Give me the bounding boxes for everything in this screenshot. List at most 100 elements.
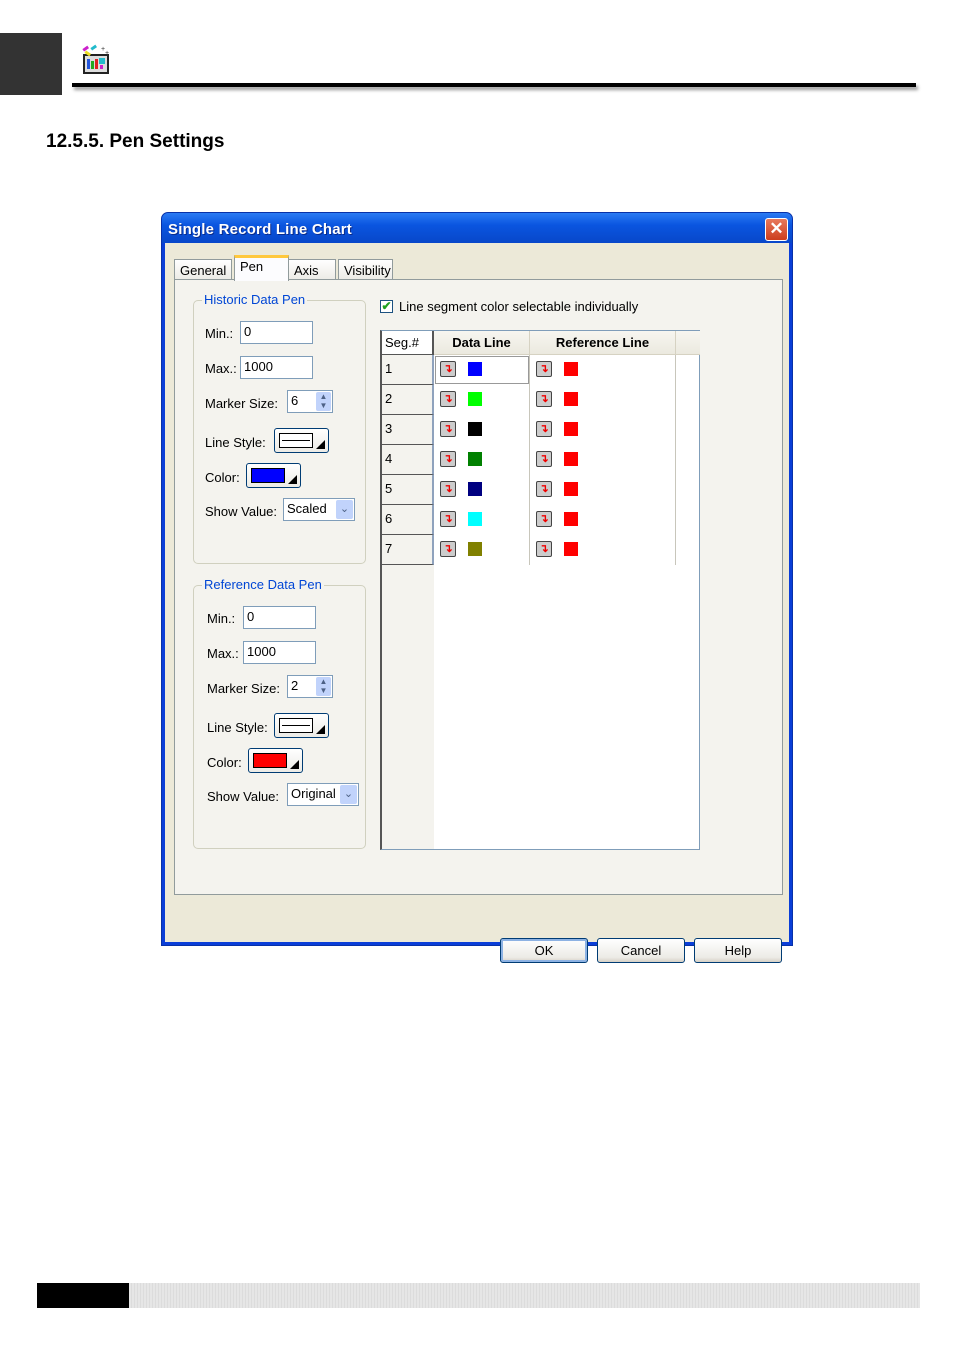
data-color-swatch [468, 422, 482, 436]
color-dropdown-icon[interactable]: ↴ [440, 451, 456, 467]
tab-pen[interactable]: Pen [234, 255, 289, 281]
chevron-down-icon[interactable]: ⌄ [340, 785, 357, 804]
color-dropdown-icon[interactable]: ↴ [536, 541, 552, 557]
header-data-line[interactable]: Data Line [434, 331, 530, 355]
reference-color-swatch [564, 452, 578, 466]
section-title: 12.5.5. Pen Settings [46, 131, 225, 152]
grid-header: Seg.# Data Line Reference Line [382, 331, 700, 355]
reference-line-style-label: Line Style: [207, 720, 268, 735]
cancel-button[interactable]: Cancel [597, 938, 685, 963]
reference-marker-size-spinner[interactable]: 2 ▲ ▼ [287, 675, 333, 698]
line-style-swatch [279, 718, 313, 733]
color-dropdown-icon[interactable]: ↴ [536, 361, 552, 377]
data-line-cell[interactable]: ↴ [434, 475, 530, 505]
historic-min-input[interactable]: 0 [240, 321, 313, 344]
segment-color-checkbox[interactable]: ✔ [380, 300, 393, 313]
color-dropdown-icon[interactable]: ↴ [536, 481, 552, 497]
dialog-titlebar[interactable]: Single Record Line Chart ✕ [162, 213, 792, 243]
reference-line-cell[interactable]: ↴ [530, 475, 676, 505]
historic-line-style-label: Line Style: [205, 435, 266, 450]
color-dropdown-icon[interactable]: ↴ [440, 511, 456, 527]
reference-line-cell[interactable]: ↴ [530, 445, 676, 475]
tab-visibility[interactable]: Visibility [338, 259, 393, 280]
tab-general[interactable]: General [174, 259, 232, 280]
chevron-down-icon[interactable]: ⌄ [336, 500, 353, 519]
color-dropdown-icon[interactable]: ↴ [536, 451, 552, 467]
reference-marker-size-value: 2 [291, 678, 299, 693]
data-color-swatch [468, 392, 482, 406]
dropdown-triangle-icon [316, 725, 325, 734]
page-corner-block [0, 33, 62, 95]
close-button[interactable]: ✕ [765, 218, 788, 241]
reference-min-input[interactable]: 0 [243, 606, 316, 629]
dialog-title: Single Record Line Chart [168, 221, 352, 238]
historic-show-value-label: Show Value: [205, 504, 278, 519]
dialog-client: General Pen Axis Visibility Historic Dat… [165, 243, 789, 963]
reference-color-swatch [564, 422, 578, 436]
reference-color-swatch [564, 392, 578, 406]
help-button[interactable]: Help [694, 938, 782, 963]
single-record-line-chart-dialog: Single Record Line Chart ✕ General Pen A… [161, 212, 793, 963]
reference-color-picker[interactable] [248, 748, 303, 773]
color-dropdown-icon[interactable]: ↴ [440, 541, 456, 557]
color-dropdown-icon[interactable]: ↴ [440, 421, 456, 437]
color-dropdown-icon[interactable]: ↴ [536, 511, 552, 527]
historic-marker-size-spinner[interactable]: 6 ▲ ▼ [287, 390, 333, 413]
data-line-cell[interactable]: ↴ [434, 385, 530, 415]
reference-line-cell[interactable]: ↴ [530, 415, 676, 445]
data-line-cell[interactable]: ↴ [434, 445, 530, 475]
spin-up-down-icon[interactable]: ▲ ▼ [316, 392, 331, 411]
seg-number: 1 [382, 355, 434, 385]
data-line-cell[interactable]: ↴ [434, 505, 530, 535]
reference-line-style-picker[interactable] [274, 713, 329, 738]
reference-max-input[interactable]: 1000 [243, 641, 316, 664]
color-swatch [251, 468, 285, 483]
historic-max-label: Max.: [205, 361, 237, 376]
color-dropdown-icon[interactable]: ↴ [440, 481, 456, 497]
segment-color-grid: Seg.# Data Line Reference Line 1 ↴ ↴ 2 ↴ ↴ 3 ↴ ↴… [380, 330, 700, 850]
grid-row: 5 ↴ ↴ [382, 475, 676, 505]
pen-tab-panel: Historic Data Pen Min.: 0 Max.: 1000 Mar… [174, 279, 783, 895]
header-reference-line[interactable]: Reference Line [530, 331, 676, 355]
historic-max-input[interactable]: 1000 [240, 356, 313, 379]
historic-show-value-select[interactable]: Scaled ⌄ [283, 498, 355, 521]
color-dropdown-icon[interactable]: ↴ [536, 391, 552, 407]
reference-data-pen-group: Reference Data Pen Min.: 0 Max.: 1000 Ma… [193, 577, 366, 849]
dropdown-triangle-icon [288, 475, 297, 484]
reference-line-cell[interactable]: ↴ [530, 535, 676, 565]
historic-min-label: Min.: [205, 326, 234, 341]
data-color-swatch [468, 362, 482, 376]
segment-color-checkbox-label[interactable]: Line segment color selectable individual… [399, 299, 638, 314]
grid-row: 3 ↴ ↴ [382, 415, 676, 445]
ok-button[interactable]: OK [500, 938, 588, 963]
grid-row: 6 ↴ ↴ [382, 505, 676, 535]
historic-line-style-picker[interactable] [274, 428, 329, 453]
reference-show-value: Original [291, 786, 336, 801]
data-line-cell[interactable]: ↴ [434, 415, 530, 445]
tab-axis[interactable]: Axis [288, 259, 336, 280]
grid-row: 4 ↴ ↴ [382, 445, 676, 475]
reference-show-value-select[interactable]: Original ⌄ [287, 783, 359, 806]
close-icon: ✕ [769, 219, 784, 238]
historic-data-pen-group: Historic Data Pen Min.: 0 Max.: 1000 Mar… [193, 292, 366, 564]
footer-page-block [37, 1283, 129, 1308]
grid-row: 2 ↴ ↴ [382, 385, 676, 415]
header-rule [72, 83, 916, 87]
historic-data-pen-title: Historic Data Pen [202, 292, 308, 307]
spin-up-down-icon[interactable]: ▲ ▼ [316, 677, 331, 696]
color-dropdown-icon[interactable]: ↴ [440, 391, 456, 407]
data-line-cell[interactable]: ↴ [434, 355, 530, 385]
data-line-cell[interactable]: ↴ [434, 535, 530, 565]
reference-line-cell[interactable]: ↴ [530, 355, 676, 385]
reference-max-label: Max.: [207, 646, 239, 661]
reference-line-cell[interactable]: ↴ [530, 505, 676, 535]
reference-line-cell[interactable]: ↴ [530, 385, 676, 415]
color-swatch [253, 753, 287, 768]
grid-row: 1 ↴ ↴ [382, 355, 676, 385]
data-color-swatch [468, 452, 482, 466]
color-dropdown-icon[interactable]: ↴ [536, 421, 552, 437]
historic-color-picker[interactable] [246, 463, 301, 488]
historic-color-label: Color: [205, 470, 240, 485]
chart-palette-icon: + + [82, 44, 109, 74]
color-dropdown-icon[interactable]: ↴ [440, 361, 456, 377]
